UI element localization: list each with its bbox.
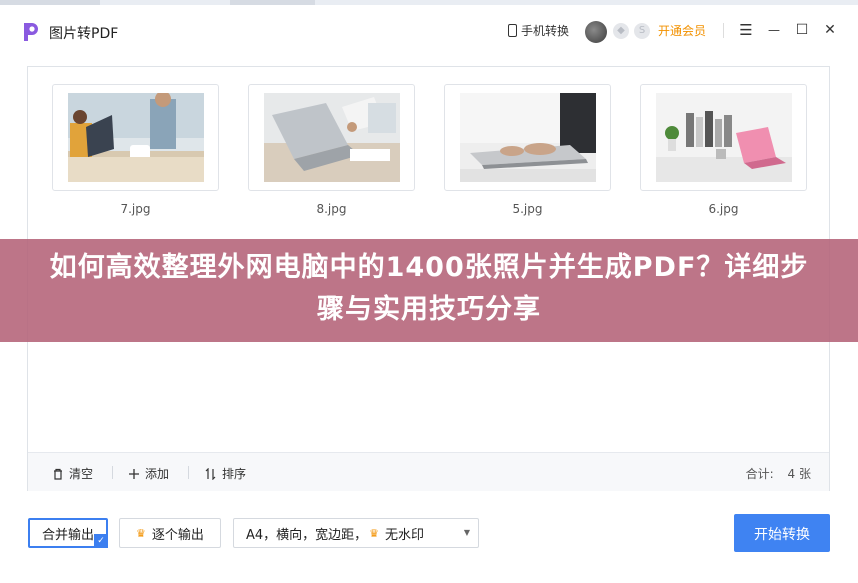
article-title: 如何高效整理外网电脑中的1400张照片并生成PDF？详细步骤与实用技巧分享 xyxy=(49,252,809,325)
title-bar: 图片转PDF 手机转换 ◆ S 开通会员 ☰ — ☐ ✕ xyxy=(0,5,858,55)
vip-link[interactable]: 开通会员 xyxy=(658,22,706,39)
chevron-down-icon: ▼ xyxy=(463,528,470,537)
sort-button[interactable]: 排序 xyxy=(205,465,246,482)
clear-button[interactable]: 清空 xyxy=(52,465,93,482)
page-settings-value: A4，横向，宽边距， xyxy=(246,527,368,543)
merge-output-option[interactable]: 合并输出 ✓ xyxy=(28,518,108,548)
image-filename: 8.jpg xyxy=(316,202,347,216)
sort-label: 排序 xyxy=(222,467,247,481)
page-settings-dropdown[interactable]: A4，横向，宽边距， ♛ 无水印 ▼ xyxy=(233,518,479,548)
close-icon[interactable]: ✕ xyxy=(820,20,840,40)
panel-toolbar: 清空 添加 排序 合计: 4 张 xyxy=(28,452,829,491)
start-convert-button[interactable]: 开始转换 xyxy=(734,514,830,552)
menu-icon[interactable]: ☰ xyxy=(736,20,756,40)
coin-icon: S xyxy=(634,23,650,39)
check-icon: ✓ xyxy=(94,534,108,548)
app-logo-icon xyxy=(24,23,38,41)
image-card-1[interactable] xyxy=(52,84,219,191)
image-card-4[interactable] xyxy=(640,84,807,191)
plus-icon xyxy=(129,468,139,479)
maximize-icon[interactable]: ☐ xyxy=(792,20,812,40)
image-count: 合计: 4 张 xyxy=(746,465,811,482)
crown-icon: ♛ xyxy=(369,526,380,540)
trash-icon xyxy=(54,468,62,480)
avatar[interactable] xyxy=(585,21,607,43)
separate-output-option[interactable]: ♛ 逐个输出 xyxy=(119,518,221,548)
sort-icon xyxy=(205,467,216,480)
minimize-icon[interactable]: — xyxy=(764,20,784,40)
count-label: 合计: xyxy=(745,467,774,481)
app-title: 图片转PDF xyxy=(49,26,119,42)
member-level-icon: ◆ xyxy=(613,23,629,39)
image-thumbnail xyxy=(68,93,204,182)
phone-convert-button[interactable]: 手机转换 xyxy=(508,22,569,39)
count-value: 4 张 xyxy=(787,467,811,481)
image-thumbnail xyxy=(656,93,792,182)
divider xyxy=(188,466,189,479)
divider xyxy=(112,466,113,479)
phone-convert-label: 手机转换 xyxy=(521,24,570,38)
separate-output-label: 逐个输出 xyxy=(151,527,204,543)
image-thumbnail xyxy=(460,93,596,182)
divider xyxy=(723,23,724,38)
image-filename: 7.jpg xyxy=(120,202,151,216)
image-thumbnail xyxy=(264,93,400,182)
add-button[interactable]: 添加 xyxy=(128,465,169,482)
image-card-2[interactable] xyxy=(248,84,415,191)
watermark-value: 无水印 xyxy=(385,527,425,543)
image-card-3[interactable] xyxy=(444,84,611,191)
add-label: 添加 xyxy=(145,467,170,481)
image-filename: 6.jpg xyxy=(708,202,739,216)
phone-icon xyxy=(508,24,517,37)
merge-output-label: 合并输出 xyxy=(41,527,94,543)
clear-label: 清空 xyxy=(69,467,94,481)
crown-icon: ♛ xyxy=(136,526,146,540)
article-title-banner: 如何高效整理外网电脑中的1400张照片并生成PDF？详细步骤与实用技巧分享 xyxy=(0,239,858,342)
image-filename: 5.jpg xyxy=(512,202,543,216)
